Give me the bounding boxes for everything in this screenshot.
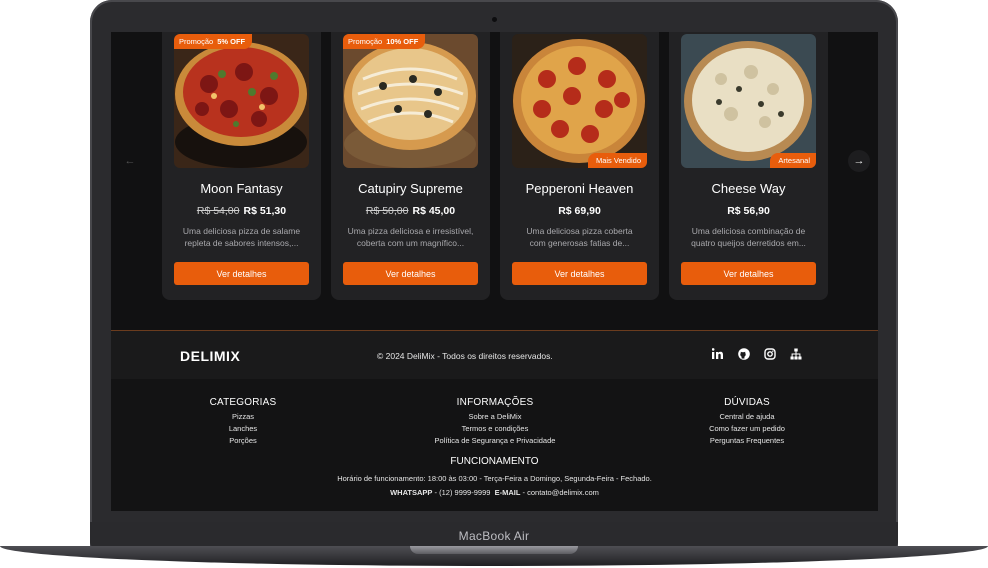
footer-column-categories: CATEGORIAS Pizzas Lanches Porções	[143, 397, 343, 447]
instagram-icon[interactable]	[763, 347, 776, 360]
footer-link[interactable]: Porções	[143, 435, 343, 447]
product-price: R$ 54,00 R$ 51,30	[162, 205, 321, 217]
bestseller-badge: Mais Vendido	[587, 153, 647, 168]
footer-column-faq: DÚVIDAS Central de ajuda Como fazer um p…	[647, 397, 847, 447]
sitemap-icon[interactable]	[789, 347, 802, 360]
copyright: © 2024 DeliMix - Todos os direitos reser…	[377, 351, 553, 361]
current-price: R$ 45,00	[412, 205, 456, 217]
column-title: DÚVIDAS	[724, 397, 770, 408]
promo-badge: Promoção 5% OFF	[174, 34, 253, 49]
details-button[interactable]: Ver detalhes	[343, 262, 478, 285]
whatsapp-label: WHATSAPP	[390, 488, 433, 497]
arrow-right-icon: →	[853, 155, 865, 167]
footer-link[interactable]: Sobre a DeliMix	[395, 411, 595, 423]
product-title: Moon Fantasy	[200, 181, 283, 196]
opening-hours: FUNCIONAMENTO Horário de funcionamento: …	[111, 456, 878, 500]
social-links	[711, 347, 802, 360]
footer-link[interactable]: Pizzas	[143, 411, 343, 423]
product-description: Uma deliciosa pizza de salame repleta de …	[182, 226, 301, 248]
whatsapp-number[interactable]: (12) 9999-9999	[439, 488, 490, 497]
email-address[interactable]: contato@delimix.com	[527, 488, 599, 497]
current-price: R$ 56,90	[727, 205, 770, 217]
footer-link[interactable]: Central de ajuda	[647, 411, 847, 423]
pizza-carousel: ← → Promoção 5% OFF Moon Fantasy R$ 54,0…	[111, 32, 878, 330]
product-description: Uma deliciosa pizza coberta com generosas…	[526, 226, 633, 248]
product-card: Artesanal Cheese Way R$ 56,90 Uma delici…	[669, 32, 828, 300]
footer-links: CATEGORIAS Pizzas Lanches Porções INFORM…	[111, 379, 878, 511]
screen: ← → Promoção 5% OFF Moon Fantasy R$ 54,0…	[111, 32, 878, 511]
footer-column-info: INFORMAÇÕES Sobre a DeliMix Termos e con…	[395, 397, 595, 447]
product-title: Pepperoni Heaven	[525, 181, 634, 196]
column-title: CATEGORIAS	[209, 397, 277, 408]
github-icon[interactable]	[737, 347, 750, 360]
carousel-next-button[interactable]: →	[848, 150, 870, 172]
carousel-prev-button[interactable]: ←	[119, 150, 141, 172]
old-price: R$ 50,00	[365, 205, 409, 217]
product-price: R$ 69,90	[500, 205, 659, 217]
product-card: Promoção 5% OFF Moon Fantasy R$ 54,00 R$ 5…	[162, 32, 321, 300]
details-button[interactable]: Ver detalhes	[681, 262, 816, 285]
product-price: R$ 56,90	[669, 205, 828, 217]
current-price: R$ 69,90	[558, 205, 601, 217]
details-button[interactable]: Ver detalhes	[174, 262, 309, 285]
footer-link[interactable]: Lanches	[143, 423, 343, 435]
column-title: INFORMAÇÕES	[456, 397, 534, 408]
product-card: Mais Vendido Pepperoni Heaven R$ 69,90 U…	[500, 32, 659, 300]
pizza-image: Artesanal	[681, 34, 816, 168]
footer-link[interactable]: Política de Segurança e Privacidade	[395, 435, 595, 447]
email-label: E-MAIL	[494, 488, 521, 497]
camera-icon	[492, 17, 497, 22]
hours-text: Horário de funcionamento: 18:00 às 03:00…	[337, 474, 652, 483]
footer-link[interactable]: Termos e condições	[395, 423, 595, 435]
laptop-notch	[410, 546, 578, 554]
hours-title: FUNCIONAMENTO	[450, 456, 539, 467]
promo-badge: Promoção 10% OFF	[343, 34, 426, 49]
product-description: Uma pizza deliciosa e irresistível, cober…	[347, 226, 474, 248]
current-price: R$ 51,30	[243, 205, 287, 217]
footer-link[interactable]: Perguntas Frequentes	[647, 435, 847, 447]
artisanal-badge: Artesanal	[770, 153, 816, 168]
footer-link[interactable]: Como fazer um pedido	[647, 423, 847, 435]
details-button[interactable]: Ver detalhes	[512, 262, 647, 285]
product-title: Catupiry Supreme	[358, 181, 463, 196]
contact-info: WHATSAPP - (12) 9999-9999 E-MAIL - conta…	[390, 488, 599, 497]
pizza-image: Promoção 5% OFF	[174, 34, 309, 168]
product-price: R$ 50,00 R$ 45,00	[331, 205, 490, 217]
logo[interactable]: DELIMIX	[180, 348, 240, 364]
old-price: R$ 54,00	[196, 205, 240, 217]
device-label: MacBook Air	[458, 529, 530, 543]
pizza-image: Mais Vendido	[512, 34, 647, 168]
product-card: Promoção 10% OFF Catupiry Supreme R$ 50,0…	[331, 32, 490, 300]
linkedin-icon[interactable]	[711, 347, 724, 360]
arrow-left-icon: ←	[124, 155, 136, 167]
product-description: Uma deliciosa combinação de quatro queijo…	[691, 226, 806, 248]
pizza-image: Promoção 10% OFF	[343, 34, 478, 168]
footer-bar: DELIMIX © 2024 DeliMix - Todos os direit…	[111, 331, 878, 379]
product-title: Cheese Way	[711, 181, 786, 196]
